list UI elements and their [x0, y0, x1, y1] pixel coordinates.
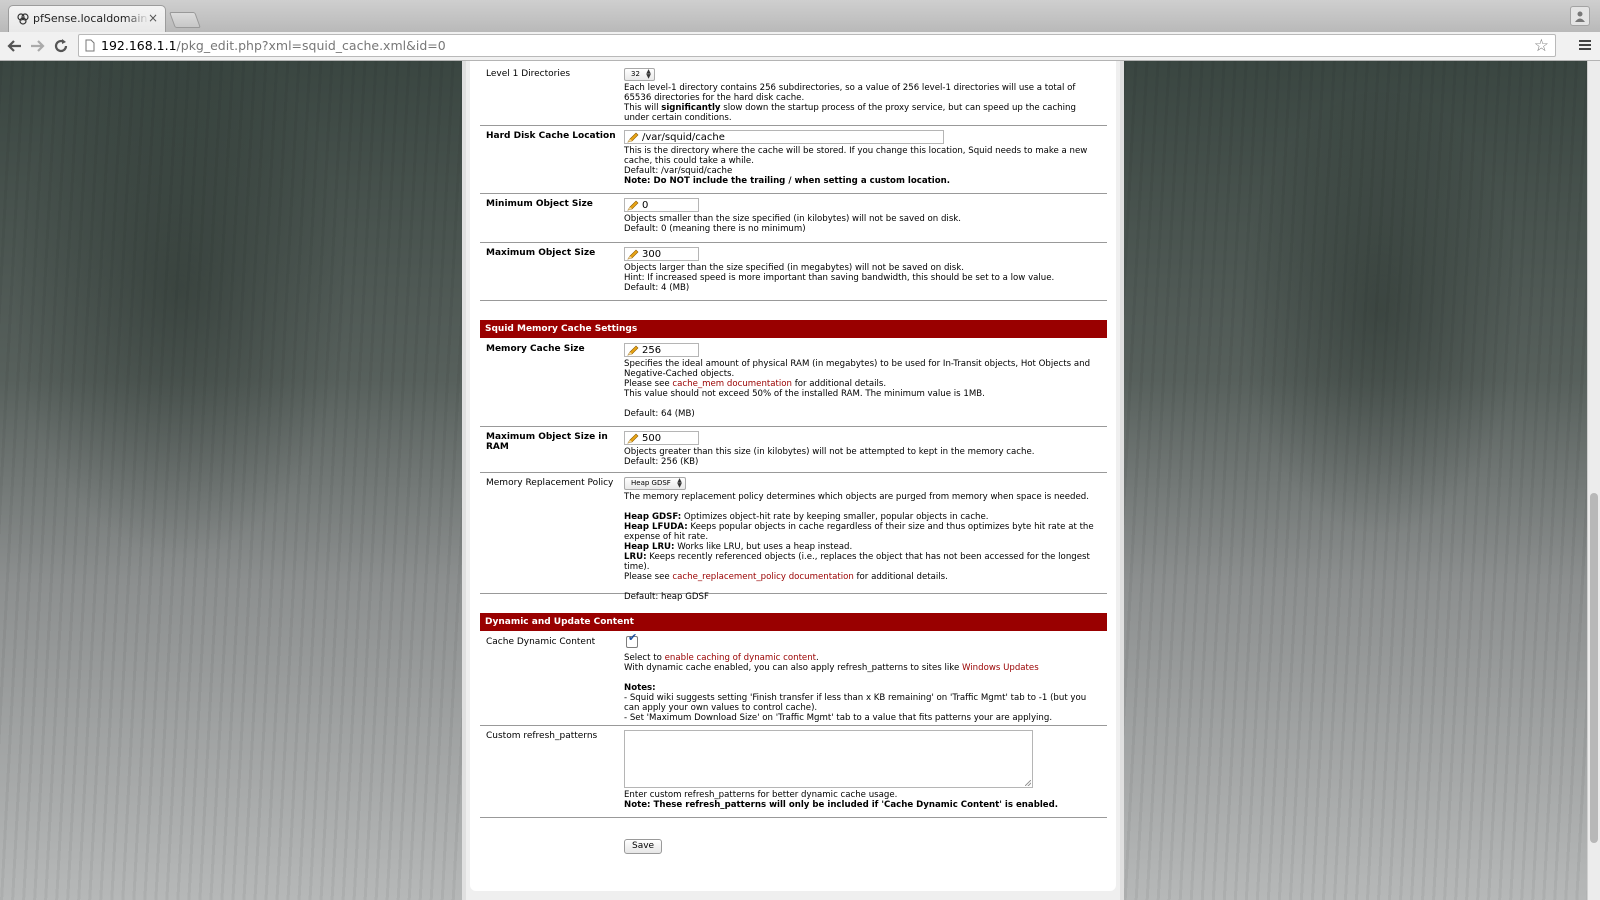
- content-panel: Level 1 Directories 32 ▲ ▼ Each level-1 di…: [470, 61, 1116, 891]
- cache-mem-documentation-link[interactable]: cache_mem documentation: [672, 379, 792, 389]
- max-object-size-ram-description: Objects greater than this size (in kilob…: [624, 447, 1035, 467]
- cache-replacement-policy-documentation-link[interactable]: cache_replacement_policy documentation: [672, 572, 853, 582]
- page-scrollbar[interactable]: [1587, 61, 1600, 900]
- tab-close-icon[interactable]: ×: [148, 11, 158, 25]
- row-memory-replacement-policy: Memory Replacement Policy Heap GDSF ▲ ▼ Th…: [480, 472, 1107, 602]
- hdd-location-description: This is the directory where the cache wi…: [624, 146, 1088, 186]
- label-hdd-location: Hard Disk Cache Location: [486, 131, 616, 141]
- memory-cache-size-input[interactable]: 256: [624, 343, 699, 357]
- label-max-object-size-ram: Maximum Object Size in RAM: [486, 432, 608, 452]
- menu-icon[interactable]: [1578, 38, 1592, 52]
- pfsense-favicon-icon: [17, 13, 29, 25]
- level1-description: Each level-1 directory contains 256 subd…: [624, 83, 1076, 123]
- row-cache-dynamic-content: Cache Dynamic Content ✔ Select to enable…: [480, 631, 1107, 726]
- back-arrow-icon[interactable]: [6, 37, 24, 55]
- profile-icon[interactable]: [1570, 6, 1590, 26]
- cache-dynamic-content-checkbox[interactable]: ✔: [626, 632, 638, 648]
- pencil-icon: [627, 433, 639, 444]
- memory-replacement-policy-select[interactable]: Heap GDSF ▲ ▼: [624, 477, 686, 490]
- pencil-icon: [627, 132, 639, 143]
- bookmark-star-icon[interactable]: ☆: [1534, 36, 1549, 56]
- min-object-size-input[interactable]: 0: [624, 198, 699, 212]
- label-memory-cache-size: Memory Cache Size: [486, 344, 585, 354]
- label-custom-refresh-patterns: Custom refresh_patterns: [486, 731, 598, 741]
- reload-icon[interactable]: [52, 37, 70, 55]
- pencil-icon: [627, 200, 639, 211]
- row-custom-refresh-patterns: Custom refresh_patterns Enter custom ref…: [480, 725, 1107, 818]
- section-header-dynamic-content: Dynamic and Update Content: [480, 613, 1107, 631]
- pencil-icon: [627, 345, 639, 356]
- level1-directories-select[interactable]: 32 ▲ ▼: [624, 68, 655, 81]
- label-cache-dynamic-content: Cache Dynamic Content: [486, 637, 596, 647]
- tab-bar: pfSense.localdomain - Pro ×: [0, 0, 1600, 33]
- new-tab-button[interactable]: [169, 12, 201, 28]
- memory-cache-size-description: Specifies the ideal amount of physical R…: [624, 359, 1091, 419]
- max-object-size-description: Objects larger than the size specified (…: [624, 263, 1055, 293]
- max-object-size-ram-input[interactable]: 500: [624, 431, 699, 445]
- min-object-size-description: Objects smaller than the size specified …: [624, 214, 962, 234]
- tab-title: pfSense.localdomain - Pro: [33, 12, 149, 25]
- pencil-icon: [627, 249, 639, 260]
- enable-caching-dynamic-content-link[interactable]: enable caching of dynamic content: [665, 653, 816, 663]
- row-min-object-size: Minimum Object Size 0 Objects smaller th…: [480, 193, 1107, 243]
- save-button[interactable]: Save: [624, 839, 663, 854]
- row-level1-directories: Level 1 Directories 32 ▲ ▼ Each level-1 di…: [480, 63, 1107, 126]
- row-max-object-size: Maximum Object Size 300 Objects larger t…: [480, 242, 1107, 301]
- custom-refresh-patterns-description: Enter custom refresh_patterns for better…: [624, 790, 1059, 810]
- browser-toolbar: 192.168.1.1/pkg_edit.php?xml=squid_cache…: [0, 32, 1600, 61]
- row-memory-cache-size: Memory Cache Size 256 Specifies the idea…: [480, 338, 1107, 427]
- url-text: 192.168.1.1/pkg_edit.php?xml=squid_cache…: [101, 38, 446, 53]
- windows-updates-link[interactable]: Windows Updates: [962, 663, 1039, 673]
- hdd-location-input[interactable]: /var/squid/cache: [624, 130, 944, 144]
- section-header-memory-cache: Squid Memory Cache Settings: [480, 320, 1107, 338]
- browser-tab[interactable]: pfSense.localdomain - Pro ×: [8, 5, 166, 32]
- max-object-size-input[interactable]: 300: [624, 247, 699, 261]
- page-viewport: Level 1 Directories 32 ▲ ▼ Each level-1 di…: [0, 61, 1600, 900]
- label-level1-directories: Level 1 Directories: [486, 69, 571, 79]
- label-max-object-size: Maximum Object Size: [486, 248, 596, 258]
- save-row: Save: [480, 839, 1107, 857]
- cache-dynamic-content-description: Select to enable caching of dynamic cont…: [624, 653, 1087, 723]
- label-memory-replacement-policy: Memory Replacement Policy: [486, 478, 614, 488]
- address-bar[interactable]: 192.168.1.1/pkg_edit.php?xml=squid_cache…: [78, 34, 1556, 57]
- content-frame: Level 1 Directories 32 ▲ ▼ Each level-1 di…: [462, 61, 1124, 900]
- row-max-object-size-ram: Maximum Object Size in RAM 500 Objects g…: [480, 426, 1107, 473]
- scrollbar-thumb[interactable]: [1590, 493, 1598, 843]
- resize-grip-icon[interactable]: [1025, 780, 1031, 786]
- row-hdd-location: Hard Disk Cache Location /var/squid/cach…: [480, 125, 1107, 194]
- forward-arrow-icon[interactable]: [28, 37, 46, 55]
- page-icon: [85, 39, 95, 52]
- label-min-object-size: Minimum Object Size: [486, 199, 593, 209]
- custom-refresh-patterns-textarea[interactable]: [624, 730, 1033, 788]
- memory-replacement-policy-description: The memory replacement policy determines…: [624, 492, 1094, 602]
